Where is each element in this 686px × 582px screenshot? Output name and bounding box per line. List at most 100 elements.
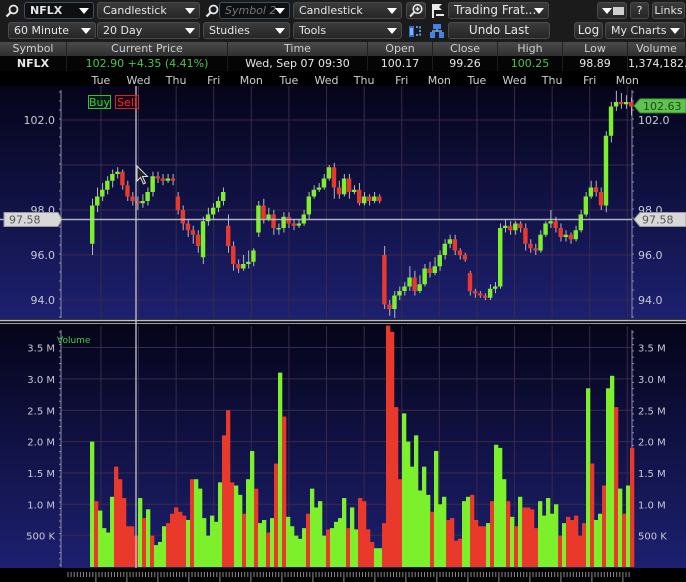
volume-bar xyxy=(234,485,239,567)
search-icon[interactable] xyxy=(203,2,220,19)
volume-bar xyxy=(526,507,531,567)
candle-body xyxy=(271,214,276,228)
layout-select[interactable]: Trading Frat... xyxy=(448,2,549,19)
header-close: Close xyxy=(433,42,498,56)
volume-bar xyxy=(222,435,227,567)
trade-flag-icon[interactable] xyxy=(429,2,446,19)
mouse-cursor-icon xyxy=(136,165,149,185)
volume-bar xyxy=(278,372,283,567)
volume-bar xyxy=(194,479,199,567)
candle-body xyxy=(553,221,558,228)
buy-button[interactable]: Buy xyxy=(88,95,111,109)
candle-body xyxy=(543,223,548,235)
my-charts-select-value: My Charts xyxy=(611,24,667,37)
volume-bar xyxy=(394,407,399,567)
candle-body xyxy=(231,246,236,264)
undo-last-button[interactable]: Undo Last xyxy=(448,22,550,39)
chevron-down-icon xyxy=(275,28,285,34)
chevron-down-icon xyxy=(387,28,397,34)
studies-select[interactable]: Studies xyxy=(203,22,290,39)
candle-body xyxy=(523,228,528,244)
volume-tick-label-right: 3.0 M xyxy=(638,375,666,386)
toolbar-secondary: 60 Minute 20 Day Studies Tools Undo Last… xyxy=(0,21,686,42)
volume-bar xyxy=(570,519,575,567)
candle-body xyxy=(432,266,437,273)
candle-body xyxy=(241,264,246,269)
candle-body xyxy=(321,178,327,188)
candle-body xyxy=(110,174,115,181)
price-tick-label-left: 94.0 xyxy=(31,294,56,307)
volume-bar xyxy=(378,548,383,567)
volume-tick-label-right: 2.5 M xyxy=(638,406,666,417)
volume-bar xyxy=(574,515,579,567)
stock-chart[interactable]: 102.0 102.098.0 98.096.0 96.094.0 94.03.5 M3… xyxy=(0,71,686,582)
candle-body xyxy=(175,196,181,210)
candle-body xyxy=(593,187,599,192)
candle-body xyxy=(362,196,367,204)
volume-bar xyxy=(466,496,471,567)
chevron-down-icon xyxy=(602,8,612,14)
window-menu-button[interactable] xyxy=(597,2,627,19)
symbol-input[interactable]: NFLX xyxy=(24,2,94,19)
sell-button[interactable]: Sell xyxy=(115,95,139,109)
help-button[interactable]: ? xyxy=(630,2,649,19)
candle-body xyxy=(538,234,543,251)
zoom-button[interactable] xyxy=(406,2,426,19)
volume-bar xyxy=(266,532,271,567)
links-button[interactable]: Links xyxy=(652,2,685,19)
tools-select[interactable]: Tools xyxy=(293,22,402,39)
volume-bar xyxy=(346,528,351,567)
my-charts-select[interactable]: My Charts xyxy=(605,22,685,39)
candle-body xyxy=(482,295,488,298)
compare-icon[interactable] xyxy=(406,22,423,39)
volume-bar xyxy=(238,494,243,567)
volume-bar xyxy=(606,388,611,567)
chart-type-select[interactable]: Candlestick xyxy=(97,2,200,19)
volume-bar xyxy=(530,509,535,567)
candle-body xyxy=(377,196,382,201)
volume-bar xyxy=(106,532,111,567)
candle-body xyxy=(558,228,563,237)
candle-body xyxy=(155,176,160,179)
symbol2-input[interactable]: Symbol 2 xyxy=(219,2,290,19)
interval-select[interactable]: 60 Minute xyxy=(8,22,96,39)
candle-body xyxy=(548,221,553,224)
chevron-down-icon xyxy=(185,28,195,34)
x-tick-label: Thu xyxy=(541,74,563,87)
candle-body xyxy=(628,102,634,107)
x-tick-label: Thu xyxy=(165,74,187,87)
volume-bar xyxy=(418,490,423,567)
interval-select-value: 60 Minute xyxy=(14,24,70,37)
volume-bar xyxy=(594,519,599,567)
volume-bar xyxy=(358,498,363,567)
volume-bar xyxy=(486,523,491,567)
candle-body xyxy=(150,176,155,192)
header-current-price: Current Price xyxy=(67,42,228,56)
candle-body xyxy=(417,284,422,291)
chevron-down-icon[interactable] xyxy=(275,8,285,14)
quote-close: 99.26 xyxy=(433,56,498,71)
volume-bar xyxy=(366,529,371,567)
range-select[interactable]: 20 Day xyxy=(97,22,200,39)
candle-body xyxy=(341,178,347,195)
chevron-down-icon[interactable] xyxy=(79,8,89,14)
candle-body xyxy=(210,207,216,215)
volume-bar xyxy=(310,488,315,567)
volume-bar xyxy=(162,526,167,567)
chart-type-2-select[interactable]: Candlestick xyxy=(293,2,402,19)
search-icon[interactable] xyxy=(3,2,20,19)
candle-body xyxy=(125,185,130,197)
volume-bar xyxy=(454,540,459,567)
volume-bar xyxy=(170,513,175,567)
volume-bar xyxy=(198,488,203,567)
log-scale-button[interactable]: Log xyxy=(574,22,603,39)
candle-body xyxy=(397,291,402,296)
volume-bar xyxy=(542,515,547,567)
volume-bar xyxy=(314,507,319,567)
price-tick-label-right: 94.0 xyxy=(638,294,663,307)
candle-body xyxy=(356,189,362,204)
volume-tick-label-left: 2.5 M xyxy=(27,406,55,417)
candle-body xyxy=(618,102,624,105)
layout-split-icon[interactable] xyxy=(428,22,445,39)
volume-bar xyxy=(262,519,267,567)
